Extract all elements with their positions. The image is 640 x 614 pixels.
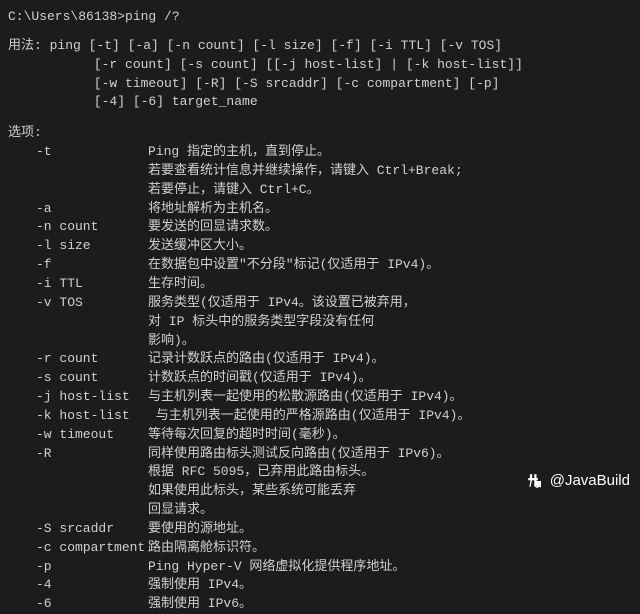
option-row: -w timeout等待每次回复的超时时间(毫秒)。: [8, 426, 640, 445]
option-flag: -l size: [8, 237, 148, 256]
option-row: -s count计数跃点的时间戳(仅适用于 IPv4)。: [8, 369, 640, 388]
option-row: 若要查看统计信息并继续操作，请键入 Ctrl+Break;: [8, 162, 640, 181]
option-flag: -a: [8, 200, 148, 219]
option-description: 等待每次回复的超时时间(毫秒)。: [148, 426, 640, 445]
option-description: 要使用的源地址。: [148, 520, 640, 539]
option-description: 在数据包中设置"不分段"标记(仅适用于 IPv4)。: [148, 256, 640, 275]
option-flag: -S srcaddr: [8, 520, 148, 539]
option-row: 回显请求。: [8, 501, 640, 520]
option-description: 强制使用 IPv6。: [148, 595, 640, 614]
options-list: -tPing 指定的主机，直到停止。若要查看统计信息并继续操作，请键入 Ctrl…: [8, 143, 640, 614]
option-flag: -R: [8, 445, 148, 464]
option-flag: -v TOS: [8, 294, 148, 313]
option-row: -R同样使用路由标头测试反向路由(仅适用于 IPv6)。: [8, 445, 640, 464]
option-flag: -c compartment: [8, 539, 148, 558]
option-row: -n count要发送的回显请求数。: [8, 218, 640, 237]
command-prompt-line: C:\Users\86138>ping /?: [8, 8, 640, 27]
option-description: 发送缓冲区大小。: [148, 237, 640, 256]
option-flag: [8, 482, 148, 501]
option-description: 若要停止，请键入 Ctrl+C。: [148, 181, 640, 200]
option-row: 若要停止，请键入 Ctrl+C。: [8, 181, 640, 200]
option-flag: -i TTL: [8, 275, 148, 294]
option-row: -6强制使用 IPv6。: [8, 595, 640, 614]
usage-block: 用法: ping [-t] [-a] [-n count] [-l size] …: [8, 37, 640, 112]
option-row: -f在数据包中设置"不分段"标记(仅适用于 IPv4)。: [8, 256, 640, 275]
option-flag: -w timeout: [8, 426, 148, 445]
option-flag: [8, 313, 148, 332]
options-header: 选项:: [8, 124, 640, 143]
option-flag: -j host-list: [8, 388, 148, 407]
option-row: -v TOS服务类型(仅适用于 IPv4。该设置已被弃用，: [8, 294, 640, 313]
option-description: 记录计数跃点的路由(仅适用于 IPv4)。: [148, 350, 640, 369]
option-description: 服务类型(仅适用于 IPv4。该设置已被弃用，: [148, 294, 640, 313]
option-description: 若要查看统计信息并继续操作，请键入 Ctrl+Break;: [148, 162, 640, 181]
option-flag: [8, 501, 148, 520]
option-flag: -s count: [8, 369, 148, 388]
option-flag: -r count: [8, 350, 148, 369]
option-row: -pPing Hyper-V 网络虚拟化提供程序地址。: [8, 558, 640, 577]
option-flag: [8, 463, 148, 482]
option-row: -S srcaddr要使用的源地址。: [8, 520, 640, 539]
option-description: 强制使用 IPv4。: [148, 576, 640, 595]
option-description: 生存时间。: [148, 275, 640, 294]
option-description: 同样使用路由标头测试反向路由(仅适用于 IPv6)。: [148, 445, 640, 464]
option-flag: [8, 162, 148, 181]
option-row: 对 IP 标头中的服务类型字段没有任何: [8, 313, 640, 332]
option-row: -i TTL生存时间。: [8, 275, 640, 294]
option-description: 回显请求。: [148, 501, 640, 520]
option-description: 计数跃点的时间戳(仅适用于 IPv4)。: [148, 369, 640, 388]
option-flag: -4: [8, 576, 148, 595]
option-row: -j host-list与主机列表一起使用的松散源路由(仅适用于 IPv4)。: [8, 388, 640, 407]
option-description: Ping 指定的主机，直到停止。: [148, 143, 640, 162]
option-row: -l size发送缓冲区大小。: [8, 237, 640, 256]
option-row: -tPing 指定的主机，直到停止。: [8, 143, 640, 162]
option-row: -k host-list 与主机列表一起使用的严格源路由(仅适用于 IPv4)。: [8, 407, 640, 426]
option-description: 路由隔离舱标识符。: [148, 539, 640, 558]
option-description: 影响)。: [148, 332, 640, 351]
option-flag: -k host-list: [8, 407, 148, 426]
watermark-text: @JavaBuild: [550, 470, 630, 492]
option-row: 影响)。: [8, 332, 640, 351]
option-description: 对 IP 标头中的服务类型字段没有任何: [148, 313, 640, 332]
option-flag: [8, 332, 148, 351]
option-row: -c compartment路由隔离舱标识符。: [8, 539, 640, 558]
option-flag: -p: [8, 558, 148, 577]
option-description: 与主机列表一起使用的严格源路由(仅适用于 IPv4)。: [148, 407, 640, 426]
option-row: -4强制使用 IPv4。: [8, 576, 640, 595]
option-flag: -n count: [8, 218, 148, 237]
option-description: Ping Hyper-V 网络虚拟化提供程序地址。: [148, 558, 640, 577]
option-flag: -t: [8, 143, 148, 162]
option-description: 与主机列表一起使用的松散源路由(仅适用于 IPv4)。: [148, 388, 640, 407]
option-description: 要发送的回显请求数。: [148, 218, 640, 237]
zhihu-icon: [526, 472, 544, 490]
watermark: @JavaBuild: [526, 470, 630, 492]
option-flag: -f: [8, 256, 148, 275]
option-flag: -6: [8, 595, 148, 614]
option-flag: [8, 181, 148, 200]
option-row: -a将地址解析为主机名。: [8, 200, 640, 219]
option-description: 将地址解析为主机名。: [148, 200, 640, 219]
option-row: -r count记录计数跃点的路由(仅适用于 IPv4)。: [8, 350, 640, 369]
